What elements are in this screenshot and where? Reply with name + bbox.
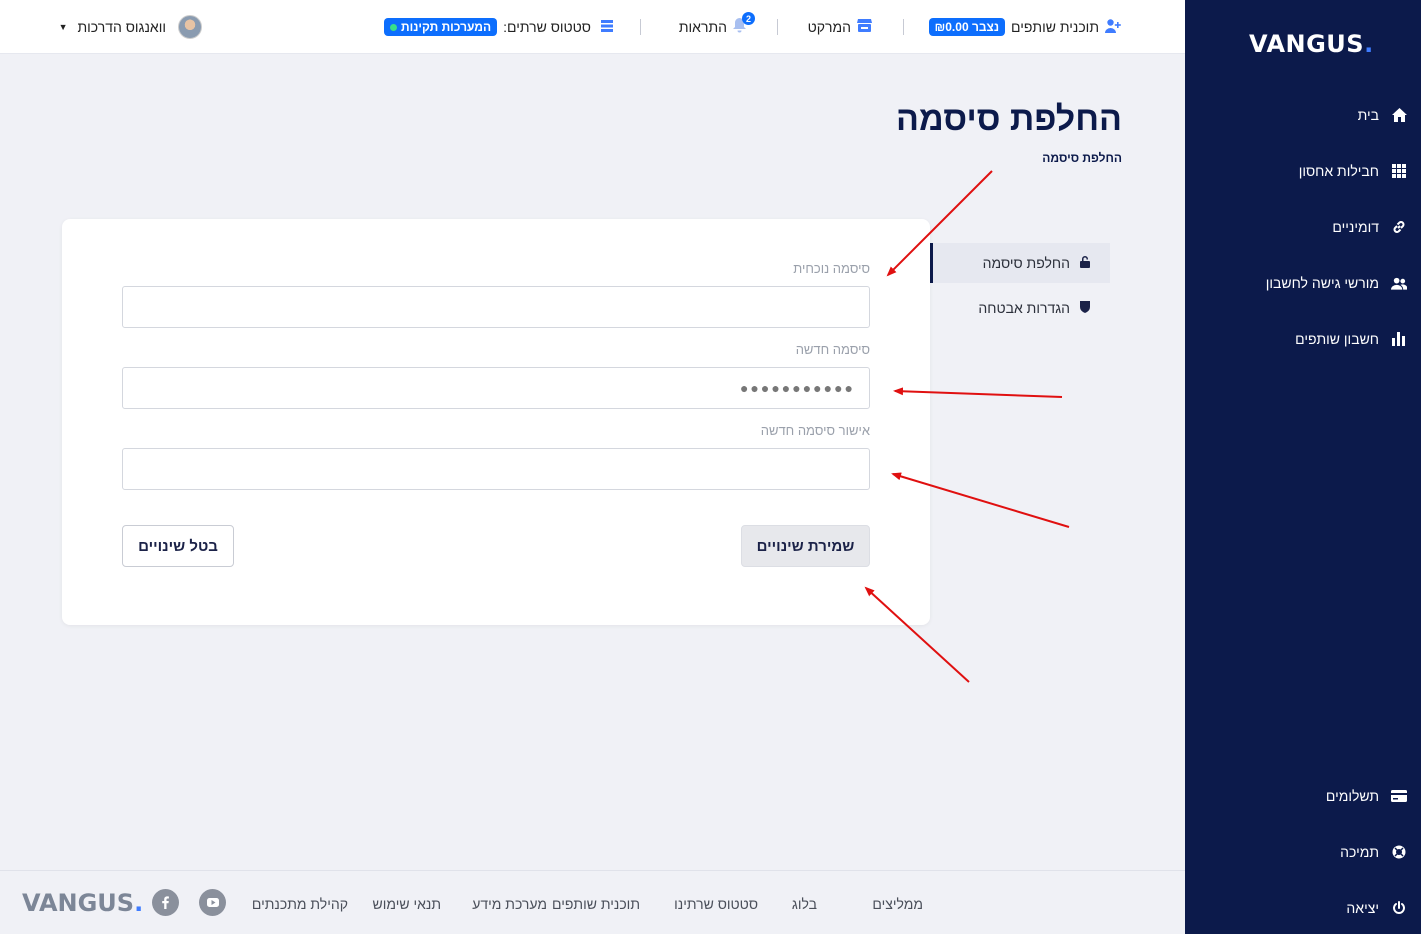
avatar (178, 15, 202, 39)
save-changes-button[interactable]: שמירת שינויים (741, 525, 870, 567)
footer-link-referrals[interactable]: ממליצים (872, 896, 923, 912)
settings-tab-security[interactable]: הגדרות אבטחה (930, 288, 1110, 328)
sidebar-item-home[interactable]: בית (1205, 97, 1407, 133)
server-status-badge: המערכות תקינות (383, 18, 498, 36)
footer-link-dev-community[interactable]: קהילת מתכנתים (252, 896, 348, 912)
divider (903, 19, 904, 35)
divider (640, 19, 641, 35)
affiliate-program-link[interactable]: תוכנית שותפים נצבר ₪0.00 (928, 0, 1121, 54)
bar-chart-icon (1391, 331, 1407, 347)
notifications-count-badge: 2 (742, 12, 755, 25)
settings-menu: החלפת סיסמה הגדרות אבטחה (930, 243, 1110, 333)
footer-link-blog[interactable]: בלוג (792, 896, 817, 912)
top-bar: תוכנית שותפים נצבר ₪0.00 המרקט התראות 2 … (0, 0, 1185, 54)
footer-link-affiliate[interactable]: תוכנית שותפים (552, 896, 640, 912)
status-ok-dot (389, 23, 397, 31)
footer-link-terms[interactable]: תנאי שימוש (373, 896, 442, 912)
credit-card-icon (1391, 788, 1407, 804)
sidebar-item-payments[interactable]: תשלומים (1205, 778, 1407, 814)
sidebar-item-logout[interactable]: יציאה (1205, 890, 1407, 926)
settings-tab-change-password[interactable]: החלפת סיסמה (930, 243, 1110, 283)
sidebar-item-domains[interactable]: דומיניים (1205, 209, 1407, 245)
server-status[interactable]: סטטוס שרתים: המערכות תקינות (383, 0, 613, 54)
new-password-field[interactable] (122, 367, 870, 409)
lock-icon (1080, 255, 1090, 271)
current-password-field[interactable] (122, 286, 870, 328)
lifebuoy-icon (1391, 844, 1407, 860)
current-password-label: סיסמה נוכחית (793, 261, 870, 276)
breadcrumb[interactable]: החלפת סיסמה (1042, 151, 1122, 165)
user-plus-icon (1105, 18, 1121, 36)
page-title: החלפת סיסמה (896, 100, 1122, 138)
server-icon (601, 19, 613, 35)
caret-down-icon: ▼ (58, 22, 68, 32)
affiliate-balance-badge: נצבר ₪0.00 (928, 18, 1006, 36)
sidebar: VANGUS. בית חבילות אחסון דומיניים מורשי … (1185, 0, 1421, 934)
users-icon (1391, 275, 1407, 291)
sidebar-item-hosting[interactable]: חבילות אחסון (1205, 153, 1407, 189)
divider (777, 19, 778, 35)
shield-icon (1080, 300, 1090, 316)
new-password-label: סיסמה חדשה (795, 342, 870, 357)
sidebar-item-support[interactable]: תמיכה (1205, 834, 1407, 870)
home-icon (1391, 107, 1407, 123)
power-icon (1391, 900, 1407, 916)
store-icon (857, 19, 872, 35)
footer: ממליצים בלוג סטטוס שרתינו תוכנית שותפים … (0, 870, 1185, 934)
footer-logo[interactable]: VANGUS. (22, 889, 143, 917)
confirm-password-field[interactable] (122, 448, 870, 490)
footer-link-info-system[interactable]: מערכת מידע (472, 896, 547, 912)
change-password-card: סיסמה נוכחית סיסמה חדשה אישור סיסמה חדשה… (62, 219, 930, 625)
link-icon (1391, 219, 1407, 235)
cancel-changes-button[interactable]: בטל שינויים (122, 525, 234, 567)
user-menu[interactable]: וואנגוס הדרכות ▼ (59, 0, 202, 54)
youtube-icon[interactable] (199, 889, 226, 916)
sidebar-item-access[interactable]: מורשי גישה לחשבון (1205, 265, 1407, 301)
notifications-link[interactable]: התראות (679, 0, 746, 54)
grid-icon (1391, 163, 1407, 179)
sidebar-item-affiliate[interactable]: חשבון שותפים (1205, 321, 1407, 357)
market-link[interactable]: המרקט (808, 0, 872, 54)
brand-logo[interactable]: VANGUS. (1249, 30, 1374, 58)
facebook-icon[interactable] (152, 889, 179, 916)
footer-link-server-status[interactable]: סטטוס שרתינו (674, 896, 758, 912)
confirm-password-label: אישור סיסמה חדשה (760, 423, 870, 438)
